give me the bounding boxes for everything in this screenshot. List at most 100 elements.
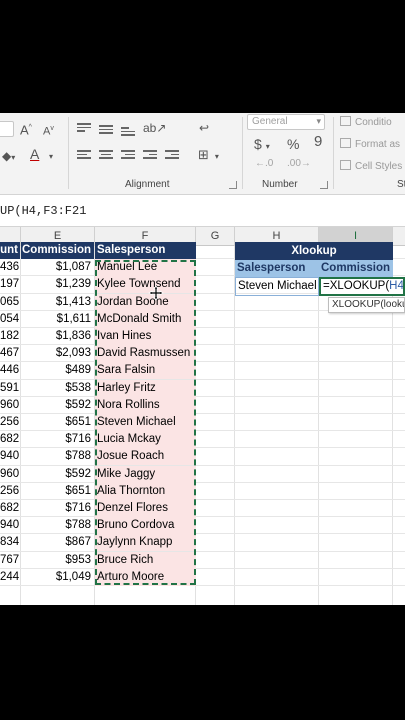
font-color-dropdown-icon[interactable]: ▾ bbox=[49, 150, 53, 164]
salesperson-cell[interactable]: Ivan Hines bbox=[95, 328, 196, 345]
increase-indent-icon[interactable] bbox=[165, 150, 179, 160]
header-cell-d[interactable]: unt bbox=[0, 242, 20, 259]
salesperson-cell[interactable]: Josue Roach bbox=[95, 448, 196, 466]
align-left-icon[interactable] bbox=[77, 150, 91, 160]
xlookup-title: Xlookup bbox=[235, 242, 393, 260]
font-size-dropdown[interactable] bbox=[0, 121, 14, 137]
table-row: 960 $592 Nora Rollins bbox=[0, 396, 405, 414]
commission-cell[interactable]: $716 bbox=[21, 500, 94, 517]
amount-cell[interactable]: 244 bbox=[0, 569, 20, 586]
header-cell-commission[interactable]: Commission bbox=[21, 242, 94, 259]
number-format-dropdown[interactable]: General ▾ bbox=[247, 114, 325, 130]
format-as-table-button[interactable]: Format as bbox=[340, 138, 400, 150]
amount-cell[interactable]: 182 bbox=[0, 328, 20, 345]
increase-decimal-icon[interactable]: ←.0 bbox=[255, 157, 273, 171]
amount-cell[interactable]: 940 bbox=[0, 448, 20, 465]
active-formula-cell[interactable]: =XLOOKUP(H4,F bbox=[319, 277, 405, 296]
commission-cell[interactable]: $1,239 bbox=[21, 276, 94, 293]
lookup-value-cell[interactable]: Steven Michael bbox=[235, 277, 319, 296]
amount-cell[interactable]: 960 bbox=[0, 466, 20, 483]
align-right-icon[interactable] bbox=[121, 150, 135, 160]
salesperson-cell[interactable]: Bruce Rich bbox=[95, 551, 196, 569]
commission-cell[interactable]: $651 bbox=[21, 414, 94, 431]
amount-cell[interactable]: 467 bbox=[0, 345, 20, 362]
header-cell-salesperson[interactable]: Salesperson bbox=[95, 242, 196, 259]
commission-cell[interactable]: $788 bbox=[21, 517, 94, 534]
table-row: 682 $716 Lucia Mckay bbox=[0, 431, 405, 449]
comma-style-icon[interactable]: 9 bbox=[314, 134, 322, 149]
salesperson-cell[interactable]: Manuel Lee bbox=[95, 259, 196, 277]
salesperson-cell[interactable]: Alia Thornton bbox=[95, 482, 196, 500]
commission-cell[interactable]: $592 bbox=[21, 397, 94, 414]
amount-cell[interactable]: 682 bbox=[0, 500, 20, 517]
salesperson-cell[interactable]: Bruno Cordova bbox=[95, 517, 196, 535]
fill-color-icon[interactable]: ◆▾ bbox=[2, 149, 15, 165]
commission-cell[interactable]: $788 bbox=[21, 448, 94, 465]
amount-cell[interactable]: 767 bbox=[0, 552, 20, 569]
commission-cell[interactable]: $953 bbox=[21, 552, 94, 569]
salesperson-cell[interactable]: David Rasmussen bbox=[95, 345, 196, 363]
formula-bar[interactable]: UP(H4,F3:F21 bbox=[0, 195, 405, 227]
increase-font-icon[interactable]: A^ bbox=[20, 121, 32, 137]
salesperson-cell[interactable]: Harley Fritz bbox=[95, 379, 196, 397]
font-color-icon[interactable]: A bbox=[30, 147, 39, 161]
align-bottom-icon[interactable] bbox=[121, 127, 135, 137]
formula-text[interactable]: UP(H4,F3:F21 bbox=[0, 204, 86, 218]
salesperson-cell[interactable]: Jaylynn Knapp bbox=[95, 534, 196, 552]
conditional-formatting-button[interactable]: Conditio bbox=[340, 116, 392, 128]
commission-cell[interactable]: $1,836 bbox=[21, 328, 94, 345]
salesperson-cell[interactable]: McDonald Smith bbox=[95, 310, 196, 328]
orientation-icon[interactable]: ab↗ bbox=[143, 121, 166, 135]
align-center-icon[interactable] bbox=[99, 150, 113, 160]
function-tooltip[interactable]: XLOOKUP(looku bbox=[328, 297, 405, 313]
salesperson-cell[interactable]: Jordan Boone bbox=[95, 293, 196, 311]
commission-cell[interactable]: $592 bbox=[21, 466, 94, 483]
number-launcher-icon[interactable] bbox=[320, 181, 328, 189]
amount-cell[interactable]: 256 bbox=[0, 414, 20, 431]
commission-cell[interactable]: $2,093 bbox=[21, 345, 94, 362]
amount-cell[interactable]: 960 bbox=[0, 397, 20, 414]
decrease-indent-icon[interactable] bbox=[143, 150, 157, 160]
amount-cell[interactable]: 436 bbox=[0, 259, 20, 276]
xlookup-commission-header: Commission bbox=[319, 260, 393, 277]
salesperson-cell[interactable]: Arturo Moore bbox=[95, 568, 196, 586]
currency-icon[interactable]: $ ▾ bbox=[254, 137, 270, 154]
decrease-decimal-icon[interactable]: .00→ bbox=[287, 157, 311, 171]
commission-cell[interactable]: $1,611 bbox=[21, 311, 94, 328]
commission-cell[interactable]: $651 bbox=[21, 483, 94, 500]
table-row: 256 $651 Alia Thornton bbox=[0, 482, 405, 500]
salesperson-cell[interactable]: Kylee Townsend bbox=[95, 276, 196, 294]
amount-cell[interactable]: 446 bbox=[0, 362, 20, 379]
amount-cell[interactable]: 256 bbox=[0, 483, 20, 500]
merge-center-icon[interactable]: ⊞ ▾ bbox=[198, 148, 219, 164]
amount-cell[interactable]: 682 bbox=[0, 431, 20, 448]
commission-cell[interactable]: $538 bbox=[21, 380, 94, 397]
commission-cell[interactable]: $1,087 bbox=[21, 259, 94, 276]
salesperson-cell[interactable]: Denzel Flores bbox=[95, 500, 196, 517]
amount-cell[interactable]: 834 bbox=[0, 534, 20, 551]
commission-cell[interactable]: $716 bbox=[21, 431, 94, 448]
salesperson-cell[interactable]: Lucia Mckay bbox=[95, 431, 196, 449]
align-middle-icon[interactable] bbox=[99, 125, 113, 135]
salesperson-cell[interactable]: Nora Rollins bbox=[95, 396, 196, 414]
commission-cell[interactable]: $1,413 bbox=[21, 294, 94, 311]
commission-cell[interactable]: $1,049 bbox=[21, 569, 94, 586]
amount-cell[interactable]: 065 bbox=[0, 294, 20, 311]
salesperson-cell[interactable]: Mike Jaggy bbox=[95, 465, 196, 483]
align-top-icon[interactable] bbox=[77, 123, 91, 133]
salesperson-cell[interactable]: Steven Michael bbox=[95, 414, 196, 431]
salesperson-cell[interactable]: Sara Falsin bbox=[95, 362, 196, 380]
amount-cell[interactable]: 054 bbox=[0, 311, 20, 328]
wrap-text-icon[interactable]: ↩ bbox=[199, 121, 209, 135]
commission-cell[interactable]: $489 bbox=[21, 362, 94, 379]
cell-styles-button[interactable]: Cell Styles bbox=[340, 160, 402, 172]
amount-cell[interactable]: 940 bbox=[0, 517, 20, 534]
decrease-font-icon[interactable]: Av bbox=[43, 122, 54, 139]
table-row: 446 $489 Sara Falsin bbox=[0, 362, 405, 380]
commission-cell[interactable]: $867 bbox=[21, 534, 94, 551]
percent-icon[interactable]: % bbox=[287, 137, 299, 151]
excel-window: A^ Av ◆▾ A ▾ ab↗ ↩ ⊞ ▾ Alignment General … bbox=[0, 113, 405, 605]
alignment-launcher-icon[interactable] bbox=[229, 181, 237, 189]
amount-cell[interactable]: 591 bbox=[0, 380, 20, 397]
amount-cell[interactable]: 197 bbox=[0, 276, 20, 293]
